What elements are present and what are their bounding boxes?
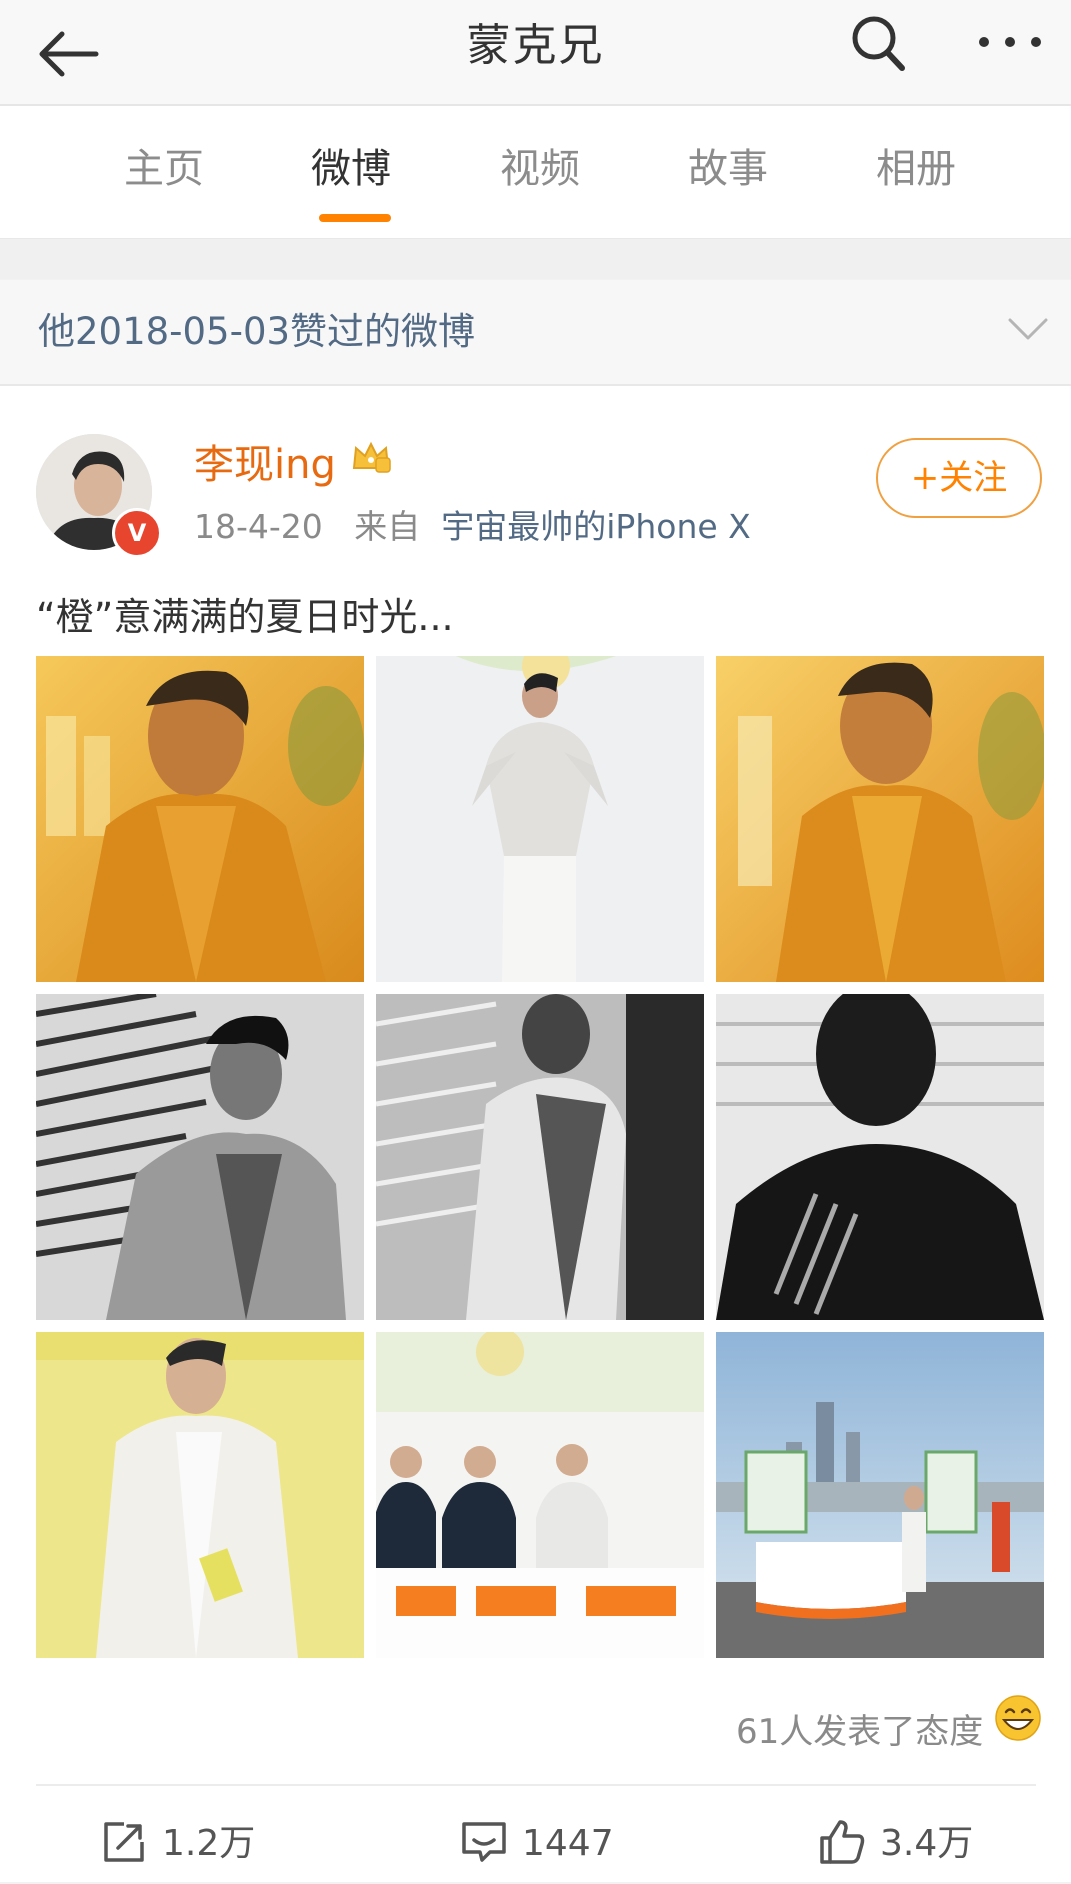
verified-badge-icon: V: [112, 508, 162, 558]
like-button[interactable]: 3.4万: [818, 1804, 998, 1884]
photo-orange-jacket-portrait[interactable]: [36, 656, 364, 982]
top-bar: 蒙克兄: [0, 0, 1071, 106]
repost-icon: [104, 1822, 144, 1862]
profile-tabs: 主页 微博 视频 故事 相册: [0, 106, 1071, 239]
grin-emoji-icon[interactable]: [994, 1694, 1042, 1742]
photo-bw-shadow-face[interactable]: [716, 994, 1044, 1320]
tab-video[interactable]: 视频: [470, 106, 610, 238]
repost-count: 1.2万: [162, 1823, 256, 1864]
post-text: “橙”意满满的夏日时光...: [36, 595, 454, 639]
tab-albums[interactable]: 相册: [846, 106, 986, 238]
action-divider: [36, 1784, 1036, 1786]
repost-button[interactable]: 1.2万: [100, 1804, 280, 1884]
comment-icon: [462, 1822, 506, 1862]
like-count: 3.4万: [880, 1823, 974, 1864]
tab-label: 视频: [500, 146, 580, 192]
tab-stories[interactable]: 故事: [658, 106, 798, 238]
follow-button[interactable]: +关注: [876, 438, 1042, 518]
photo-bw-blinds-jacket[interactable]: [36, 994, 364, 1320]
more-options-icon[interactable]: [970, 10, 1050, 76]
tab-label: 相册: [876, 146, 956, 192]
tab-label: 微博: [311, 146, 391, 192]
comment-button[interactable]: 1447: [460, 1804, 640, 1884]
tab-home[interactable]: 主页: [94, 106, 234, 238]
tab-label: 故事: [688, 146, 768, 192]
post-username[interactable]: 李现ing: [194, 432, 336, 490]
liked-post-header[interactable]: 他2018-05-03赞过的微博: [0, 280, 1071, 386]
post-meta: 18-4-20 来自 宇宙最帅的iPhone X: [194, 500, 751, 548]
active-tab-indicator: [319, 214, 391, 222]
post-source-prefix: 来自: [354, 507, 421, 546]
post-date: 18-4-20: [194, 507, 323, 546]
photo-grid: [36, 656, 1044, 1658]
vip-crown-icon: [350, 438, 392, 476]
weibo-post-card: V 李现ing 18-4-20 来自 宇宙最帅的iPhone X +关注 “橙”…: [0, 386, 1071, 1882]
photo-bw-blinds-side[interactable]: [376, 994, 704, 1320]
photo-yellow-backdrop-mic[interactable]: [36, 1332, 364, 1658]
section-gap: [0, 239, 1071, 279]
thumbs-up-icon: [820, 1820, 865, 1864]
photo-skyline-booth[interactable]: [716, 1332, 1044, 1658]
post-source-device[interactable]: 宇宙最帅的iPhone X: [441, 507, 751, 546]
comment-count: 1447: [522, 1823, 614, 1864]
reaction-count-text[interactable]: 61人发表了态度: [736, 1704, 983, 1753]
liked-date-text: 他2018-05-03赞过的微博: [38, 310, 476, 353]
tab-weibo[interactable]: 微博: [281, 106, 421, 238]
photo-orange-jacket-closeup[interactable]: [716, 656, 1044, 982]
photo-white-suit-heart-hands[interactable]: [376, 656, 704, 982]
chevron-down-icon[interactable]: [1006, 314, 1050, 344]
photo-event-group[interactable]: [376, 1332, 704, 1658]
tab-label: 主页: [124, 146, 204, 192]
search-icon[interactable]: [846, 8, 912, 78]
